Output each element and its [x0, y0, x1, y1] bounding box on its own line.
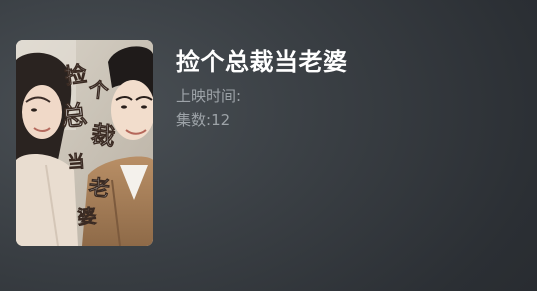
svg-text:总: 总 — [60, 100, 89, 133]
episode-count: 集数:12 — [176, 110, 230, 130]
svg-text:捡: 捡 — [63, 61, 88, 90]
drama-poster[interactable]: 捡 个 总 裁 当 老 婆 — [16, 40, 153, 246]
poster-image: 捡 个 总 裁 当 老 婆 — [16, 40, 153, 246]
episode-count-value: 12 — [211, 111, 231, 129]
svg-text:个: 个 — [86, 77, 110, 103]
svg-text:婆: 婆 — [76, 204, 97, 229]
drama-detail-card: 捡 个 总 裁 当 老 婆 捡个总裁当老婆 上映时间: 集数:12 — [0, 0, 537, 291]
svg-text:裁: 裁 — [89, 119, 117, 151]
drama-title: 捡个总裁当老婆 — [176, 48, 348, 76]
svg-text:老: 老 — [87, 174, 110, 201]
svg-text:当: 当 — [67, 151, 85, 173]
release-time-label: 上映时间: — [176, 87, 242, 105]
release-time: 上映时间: — [176, 86, 241, 106]
episode-count-label: 集数: — [176, 111, 212, 129]
